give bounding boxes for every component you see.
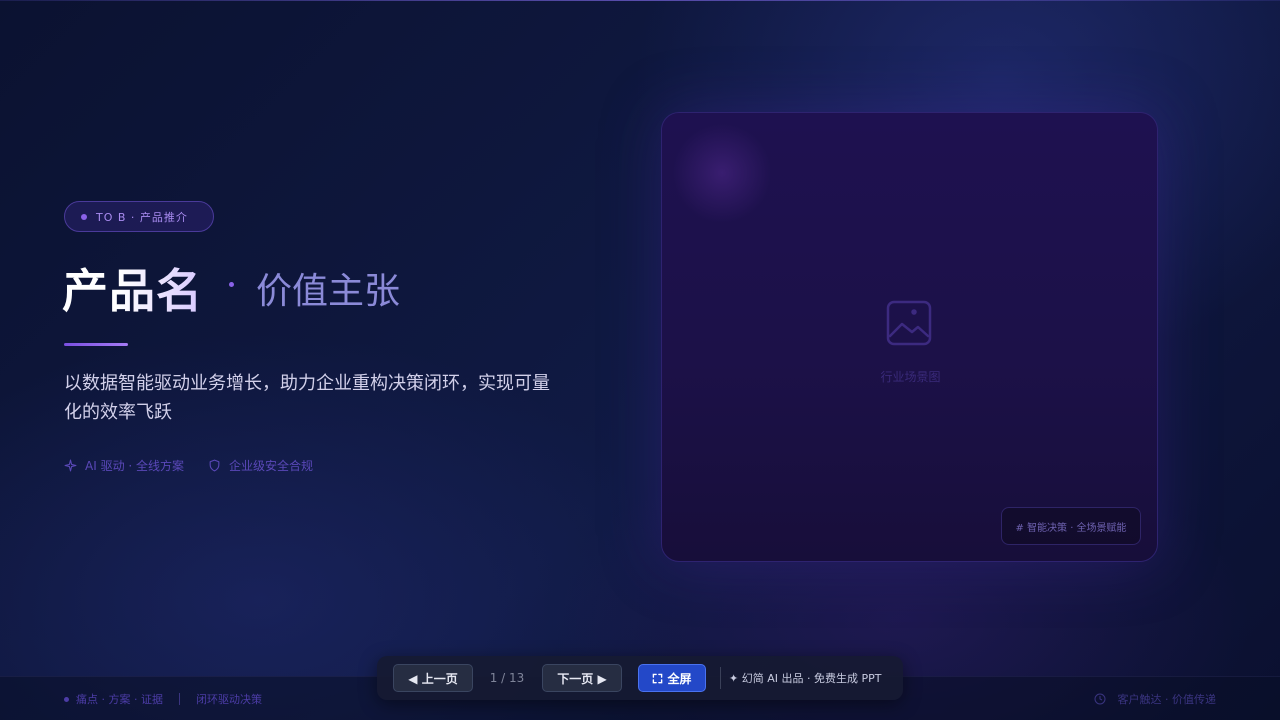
- card-badge: # 智能决策 · 全场景赋能: [1001, 507, 1141, 545]
- value-proposition: 价值主张: [256, 271, 401, 312]
- promo-link[interactable]: ✦ 幻简 AI 出品 · 免费生成 PPT: [729, 664, 881, 692]
- toolbar-divider: [720, 667, 721, 689]
- page-title: 产品名 价值主张: [62, 258, 400, 318]
- page-indicator: 1 / 13: [489, 671, 525, 685]
- card-glow: [672, 123, 772, 223]
- scene-image-card: 行业场景图 # 智能决策 · 全场景赋能: [661, 112, 1158, 562]
- top-accent-line: [0, 0, 1280, 1]
- hero-description: 以数据智能驱动业务增长，助力企业重构决策闭环，实现可量化的效率飞跃: [64, 373, 550, 423]
- prev-page-button[interactable]: ◀ 上一页: [393, 664, 473, 692]
- shield-icon: [209, 459, 220, 472]
- feature-list: AI 驱动 · 全线方案 企业级安全合规: [64, 457, 337, 474]
- fullscreen-button[interactable]: 全屏: [638, 664, 706, 692]
- feature-label: AI 驱动 · 全线方案: [85, 459, 185, 473]
- feature-item: 企业级安全合规: [208, 457, 313, 474]
- footer-right: 客户触达 · 价值传递: [1094, 691, 1217, 707]
- sparkle-icon: [64, 459, 77, 472]
- image-caption: 行业场景图: [880, 370, 941, 384]
- footer-primary-text: 痛点 · 方案 · 证据: [76, 693, 163, 706]
- clock-icon: [1094, 693, 1105, 705]
- footer-secondary-text: 闭环驱动决策: [195, 693, 262, 706]
- next-page-button[interactable]: 下一页 ▶: [542, 664, 622, 692]
- title-underline: [64, 343, 128, 346]
- feature-label: 企业级安全合规: [229, 459, 314, 473]
- footer-left: 痛点 · 方案 · 证据 闭环驱动决策: [64, 691, 262, 707]
- title-separator-dot: [229, 281, 234, 287]
- image-placeholder-icon: [886, 300, 932, 346]
- tag-dot: [81, 213, 87, 220]
- footer-divider: [178, 693, 180, 705]
- footer-dot: [64, 696, 69, 702]
- slide-navigation-toolbar: ◀ 上一页 1 / 13 下一页 ▶ 全屏 ✦ 幻简 AI 出品 · 免费生成 …: [377, 656, 903, 700]
- category-tag-label: TO B · 产品推介: [96, 210, 188, 224]
- category-tag: TO B · 产品推介: [64, 201, 214, 232]
- footer-right-text: 客户触达 · 价值传递: [1117, 693, 1217, 706]
- product-name: 产品名: [62, 255, 203, 321]
- fullscreen-icon: [653, 673, 663, 683]
- feature-item: AI 驱动 · 全线方案: [64, 457, 184, 474]
- fullscreen-label: 全屏: [667, 671, 692, 686]
